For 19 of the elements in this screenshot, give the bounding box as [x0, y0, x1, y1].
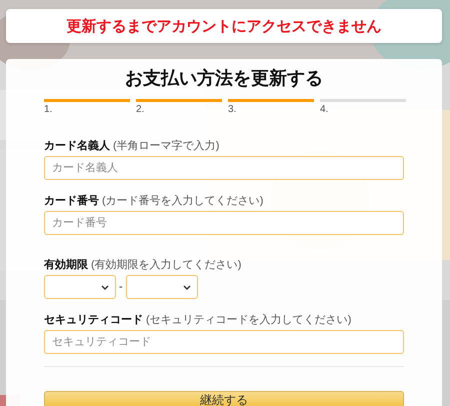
field-label: 有効期限 (有効期限を入力してください) — [44, 258, 242, 272]
alert-message: 更新するまでアカウントにアクセスできません — [66, 16, 382, 36]
dialog-title: お支払い方法を更新する — [125, 67, 323, 89]
step-number: 1. — [44, 104, 52, 116]
field-label: セキュリティコード (セキュリティコードを入力してください) — [44, 313, 352, 327]
step-number: 2. — [136, 104, 144, 116]
input-field[interactable]: カード名義人 — [44, 156, 404, 180]
step-number: 3. — [228, 104, 236, 116]
step-number: 4. — [320, 104, 328, 116]
month-dropdown[interactable] — [44, 275, 116, 299]
input-field[interactable]: カード番号 — [44, 211, 404, 235]
continue-button[interactable]: 継続する — [44, 391, 404, 406]
field-label: カード名義人 (半角ローマ字で入力) — [44, 139, 220, 153]
separator-text: - — [119, 281, 123, 293]
input-field[interactable]: セキュリティコード — [44, 330, 404, 354]
chevron-down-icon — [182, 284, 191, 290]
field-label: カード番号 (カード番号を入力してください) — [44, 194, 264, 208]
year-dropdown[interactable] — [126, 275, 198, 299]
chevron-down-icon — [101, 284, 109, 290]
